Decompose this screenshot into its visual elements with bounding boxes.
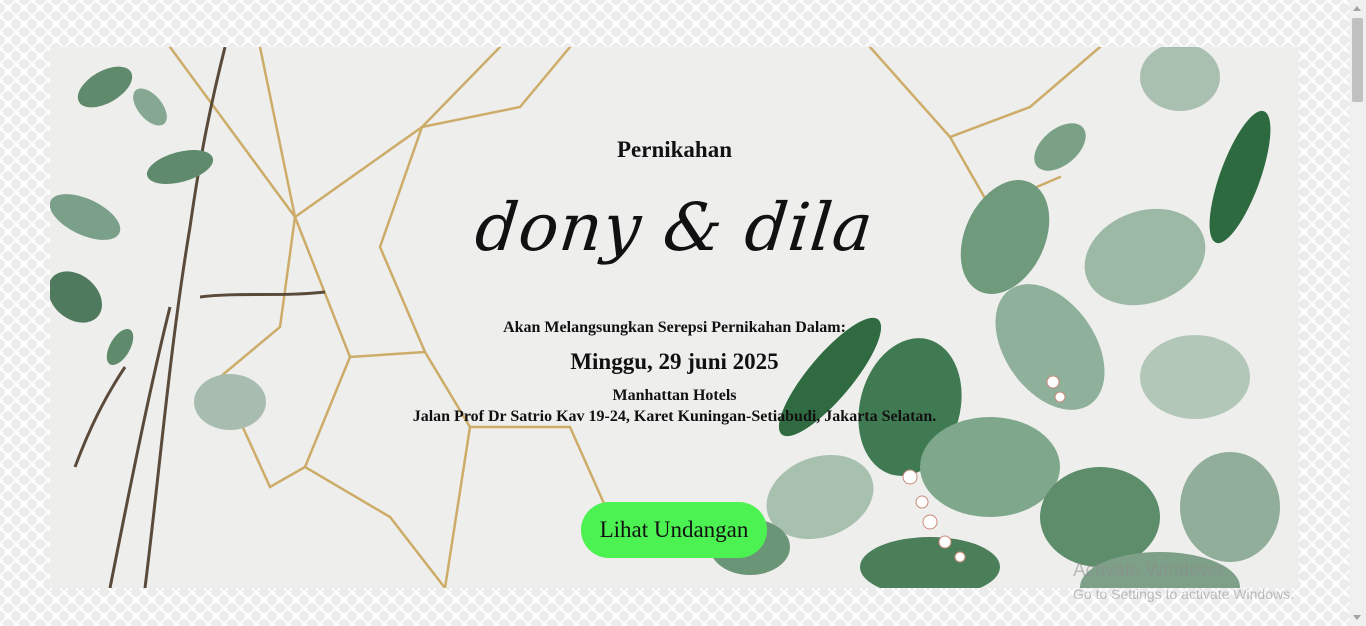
hero-banner: Pernikahan dony & dila Akan Melangsungka… bbox=[50, 47, 1299, 588]
activate-windows-watermark: Activate Windows Go to Settings to activ… bbox=[1073, 560, 1294, 602]
watermark-subtitle: Go to Settings to activate Windows. bbox=[1073, 586, 1294, 602]
scroll-up-arrow-icon[interactable] bbox=[1353, 6, 1361, 11]
event-date: Minggu, 29 juni 2025 bbox=[570, 349, 779, 374]
scrollbar-thumb[interactable] bbox=[1352, 18, 1363, 102]
watermark-title: Activate Windows bbox=[1073, 560, 1223, 581]
event-type-heading: Pernikahan bbox=[616, 137, 733, 162]
venue-name: Manhattan Hotels bbox=[612, 387, 737, 404]
hero-content: Pernikahan dony & dila Akan Melangsungka… bbox=[50, 47, 1299, 588]
venue-address: Jalan Prof Dr Satrio Kav 19-24, Karet Ku… bbox=[412, 408, 937, 425]
view-invitation-button[interactable]: Lihat Undangan bbox=[581, 502, 767, 558]
vertical-scrollbar[interactable] bbox=[1349, 0, 1366, 626]
couple-names: dony & dila bbox=[471, 189, 878, 266]
scroll-down-arrow-icon[interactable] bbox=[1353, 615, 1361, 620]
announcement-text: Akan Melangsungkan Serepsi Pernikahan Da… bbox=[503, 319, 846, 336]
